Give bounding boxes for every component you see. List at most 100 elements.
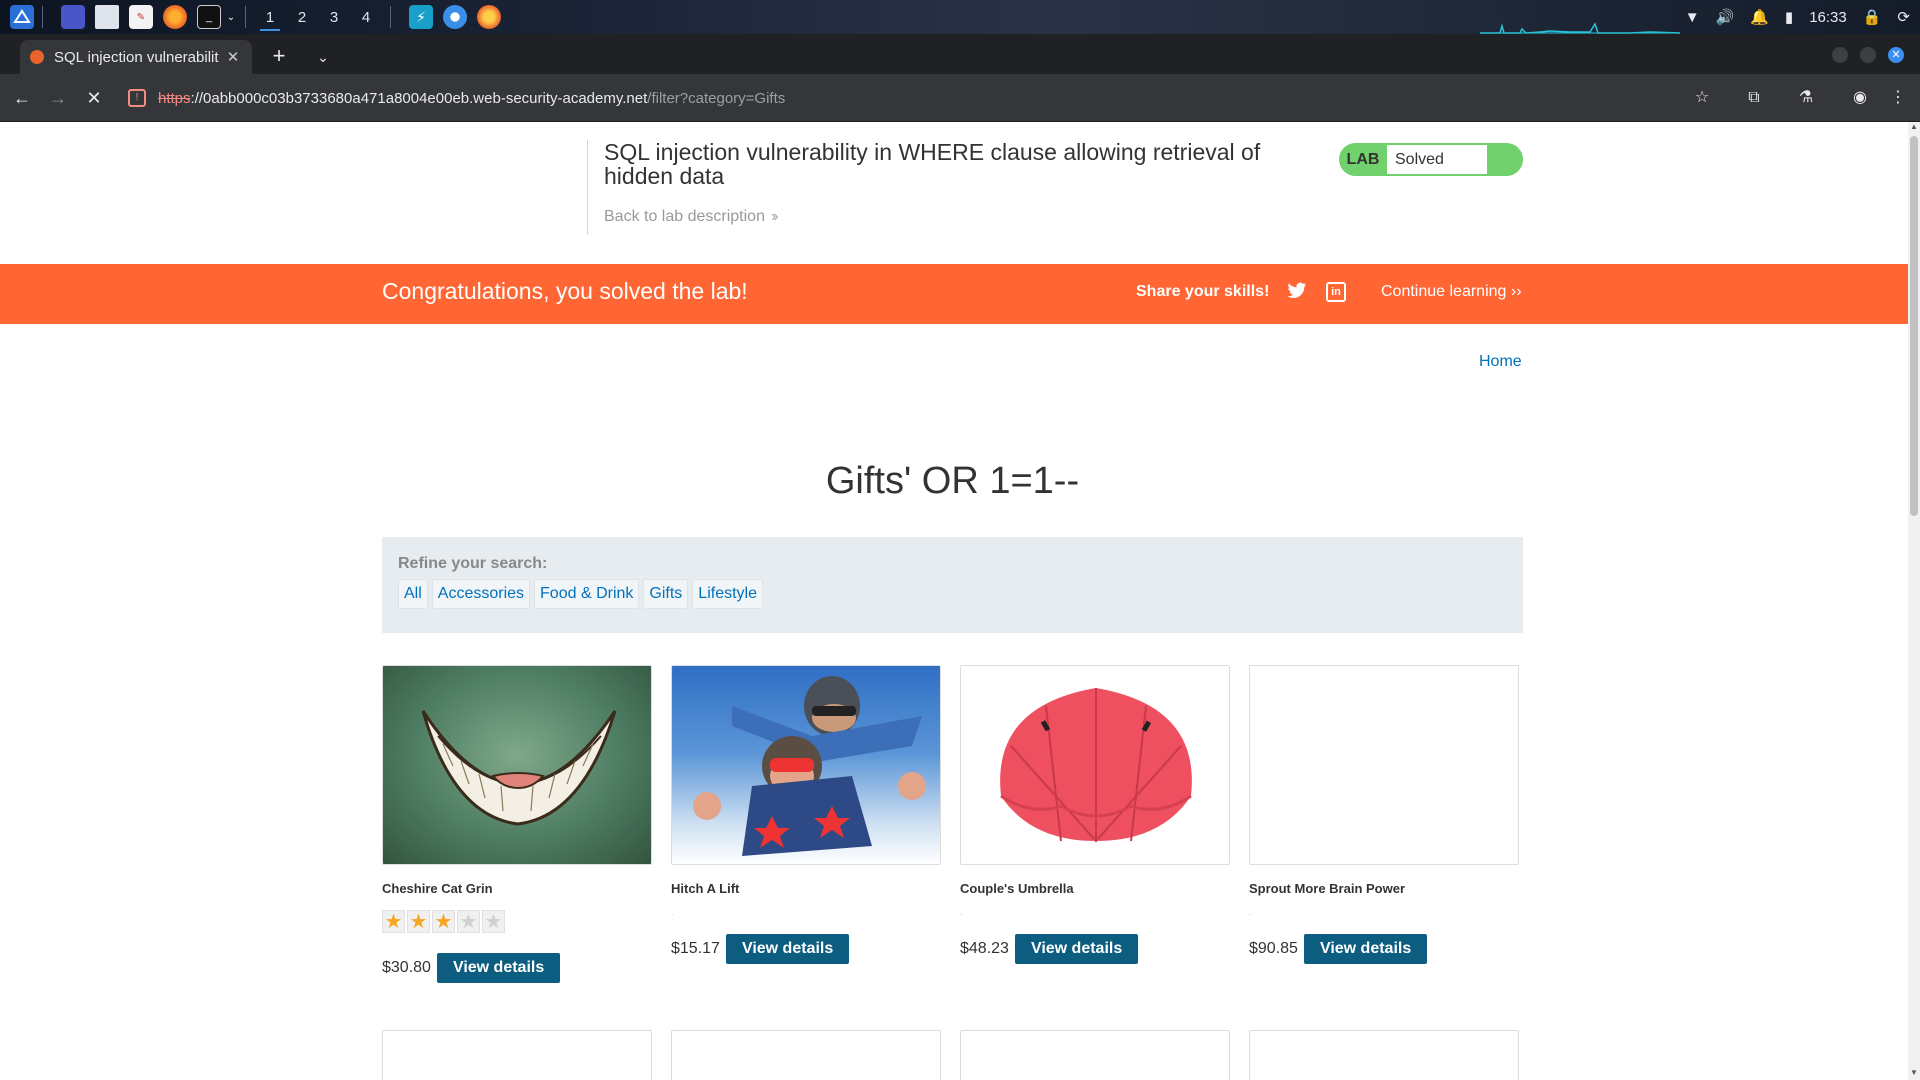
- product-card: Hitch A Lift . $15.17 View details: [671, 665, 941, 964]
- back-link-label: Back to lab description: [604, 208, 765, 225]
- view-details-button[interactable]: View details: [725, 934, 850, 964]
- home-link[interactable]: Home: [1479, 353, 1522, 371]
- product-price: $90.85: [1249, 940, 1298, 957]
- burp-icon[interactable]: ⚡: [409, 5, 433, 29]
- maximize-button[interactable]: [1860, 47, 1876, 63]
- lock-icon[interactable]: 🔒: [1863, 8, 1882, 26]
- terminal-icon[interactable]: _: [197, 5, 221, 29]
- page-title: Gifts' OR 1=1--: [825, 460, 1080, 502]
- close-tab-icon[interactable]: ✕: [224, 48, 242, 66]
- product-buy-row: $30.80 View details: [382, 953, 652, 983]
- skydivers-image: [693, 676, 926, 856]
- view-details-button[interactable]: View details: [436, 953, 561, 983]
- view-details-button[interactable]: View details: [1303, 934, 1428, 964]
- share-label: Share your skills!: [1136, 283, 1270, 300]
- chevron-down-icon[interactable]: ⌄: [225, 5, 237, 29]
- clock[interactable]: 16:33: [1809, 9, 1847, 26]
- taskbar-separator: [42, 6, 43, 28]
- back-button[interactable]: ←: [10, 86, 34, 110]
- taskbar-separator: [245, 6, 246, 28]
- browser-tab-bar: SQL injection vulnerabilit ✕ + ⌄ ✕: [0, 34, 1920, 74]
- product-buy-row: $90.85 View details: [1249, 934, 1519, 964]
- product-image: [382, 665, 652, 865]
- bell-icon[interactable]: 🔔: [1750, 8, 1769, 26]
- continue-learning-link[interactable]: Continue learning ››: [1381, 283, 1522, 301]
- refine-label: Refine your search:: [398, 555, 548, 572]
- category-lifestyle[interactable]: Lifestyle: [692, 579, 763, 609]
- product-image: [1249, 665, 1519, 865]
- notification-app-icon[interactable]: [477, 5, 501, 29]
- product-card: Sprout More Brain Power . $90.85 View de…: [1249, 665, 1519, 964]
- scroll-up-icon[interactable]: ▲: [1908, 122, 1920, 134]
- product-rating-placeholder: .: [960, 908, 963, 917]
- back-to-lab-link[interactable]: Back to lab description ››: [604, 208, 1523, 226]
- scroll-down-icon[interactable]: ▼: [1908, 1068, 1920, 1080]
- continue-learning-label: Continue learning: [1381, 283, 1507, 300]
- category-all[interactable]: All: [398, 579, 428, 609]
- product-rating-placeholder: .: [1249, 908, 1252, 917]
- product-buy-row: $15.17 View details: [671, 934, 941, 964]
- congrats-message: Congratulations, you solved the lab!: [382, 278, 748, 304]
- star-empty-icon: ★: [457, 910, 480, 933]
- workspace-1[interactable]: 1: [254, 0, 286, 34]
- linkedin-icon[interactable]: in: [1326, 282, 1346, 302]
- product-price: $15.17: [671, 940, 720, 957]
- address-bar[interactable]: ! https://0abb000c03b3733680a471a8004e00…: [120, 82, 1760, 114]
- new-tab-button[interactable]: +: [266, 44, 292, 70]
- product-name: Couple's Umbrella: [960, 881, 1074, 896]
- lab-status-value: Solved: [1387, 145, 1487, 174]
- menu-icon[interactable]: ⋮: [1886, 86, 1910, 110]
- network-graph-icon: [1480, 22, 1680, 34]
- refine-search-panel: Refine your search: All Accessories Food…: [382, 537, 1523, 633]
- power-icon[interactable]: ⟳: [1897, 8, 1910, 26]
- url-scheme: https: [158, 89, 191, 107]
- close-window-button[interactable]: ✕: [1888, 47, 1904, 63]
- product-card-partial: [382, 1030, 652, 1080]
- double-chevron-right-icon: ››: [770, 208, 778, 225]
- battery-icon[interactable]: ▮: [1785, 8, 1793, 26]
- chromium-icon[interactable]: [443, 5, 467, 29]
- category-food-drink[interactable]: Food & Drink: [534, 579, 640, 609]
- product-card-partial: [1249, 1030, 1519, 1080]
- product-card-partial: [960, 1030, 1230, 1080]
- browser-tab[interactable]: SQL injection vulnerabilit ✕: [20, 40, 252, 74]
- web-page: SQL injection vulnerability in WHERE cla…: [0, 122, 1908, 1080]
- labs-icon[interactable]: ⚗: [1794, 86, 1818, 110]
- not-secure-icon[interactable]: !: [128, 89, 146, 107]
- desktop-icon[interactable]: [61, 5, 85, 29]
- minimize-button[interactable]: [1832, 47, 1848, 63]
- scrollbar-thumb[interactable]: [1910, 136, 1918, 516]
- category-gifts[interactable]: Gifts: [643, 579, 689, 609]
- lab-status-widget: LAB Solved: [1339, 143, 1523, 176]
- product-rating: ★ ★ ★ ★ ★: [382, 910, 652, 933]
- twitter-icon[interactable]: [1287, 282, 1309, 304]
- volume-icon[interactable]: 🔊: [1716, 8, 1735, 26]
- workspace-3[interactable]: 3: [318, 0, 350, 34]
- stop-button[interactable]: ✕: [82, 86, 106, 110]
- files-icon[interactable]: [95, 5, 119, 29]
- page-scrollbar[interactable]: ▲ ▼: [1908, 122, 1920, 1080]
- tab-title: SQL injection vulnerabilit: [54, 48, 219, 66]
- workspace-4[interactable]: 4: [350, 0, 382, 34]
- firefox-icon[interactable]: [163, 5, 187, 29]
- star-filled-icon: ★: [407, 910, 430, 933]
- pdf-icon[interactable]: ✎: [129, 5, 153, 29]
- workspace-2[interactable]: 2: [286, 0, 318, 34]
- favicon-icon: [30, 50, 44, 64]
- profile-icon[interactable]: ◉: [1848, 86, 1872, 110]
- cat-grin-image: [421, 710, 617, 826]
- view-details-button[interactable]: View details: [1014, 934, 1139, 964]
- product-card: Cheshire Cat Grin ★ ★ ★ ★ ★ $30.80 View …: [382, 665, 652, 983]
- tab-search-button[interactable]: ⌄: [310, 44, 336, 70]
- category-accessories[interactable]: Accessories: [431, 579, 531, 609]
- app-menu-icon[interactable]: [10, 5, 34, 29]
- star-filled-icon: ★: [382, 910, 405, 933]
- product-rating-placeholder: .: [671, 908, 674, 917]
- forward-button[interactable]: →: [46, 86, 70, 110]
- wifi-icon[interactable]: ▼: [1685, 9, 1700, 26]
- bookmark-star-icon[interactable]: ☆: [1690, 86, 1714, 110]
- extensions-icon[interactable]: ⧉: [1742, 86, 1766, 110]
- product-image: [960, 665, 1230, 865]
- category-filters: All Accessories Food & Drink Gifts Lifes…: [398, 579, 1507, 609]
- product-price: $48.23: [960, 940, 1009, 957]
